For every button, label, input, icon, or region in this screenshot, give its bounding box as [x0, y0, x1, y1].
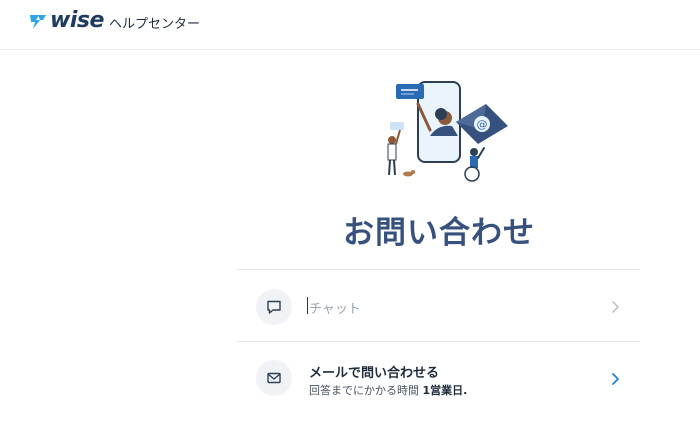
chat-option[interactable]: チャット — [238, 271, 640, 341]
chevron-right-icon — [612, 373, 619, 385]
email-option-subtitle: 回答までにかかる時間 1営業日. — [309, 382, 467, 398]
divider — [238, 341, 640, 342]
email-option[interactable]: メールで問い合わせる 回答までにかかる時間 1営業日. — [238, 343, 640, 413]
svg-text:@: @ — [477, 118, 488, 131]
email-option-title: メールで問い合わせる — [309, 366, 440, 381]
text-cursor — [307, 297, 308, 314]
contact-illustration: @ — [378, 78, 518, 188]
logo-text: wise — [50, 8, 104, 33]
header: wise ヘルプセンター — [0, 0, 700, 50]
response-time-label: 回答までにかかる時間 — [309, 384, 419, 397]
response-time-value: 1営業日. — [422, 384, 468, 397]
help-center-link[interactable]: ヘルプセンター — [109, 13, 200, 32]
page-title: お問い合わせ — [343, 215, 535, 251]
chat-bubble-icon — [256, 289, 292, 325]
wise-logo[interactable]: wise — [28, 9, 104, 33]
chat-option-title: チャット — [309, 302, 361, 317]
mail-icon — [256, 360, 292, 396]
wise-flag-icon — [30, 15, 46, 29]
divider — [238, 269, 640, 270]
chevron-right-icon — [612, 301, 619, 313]
